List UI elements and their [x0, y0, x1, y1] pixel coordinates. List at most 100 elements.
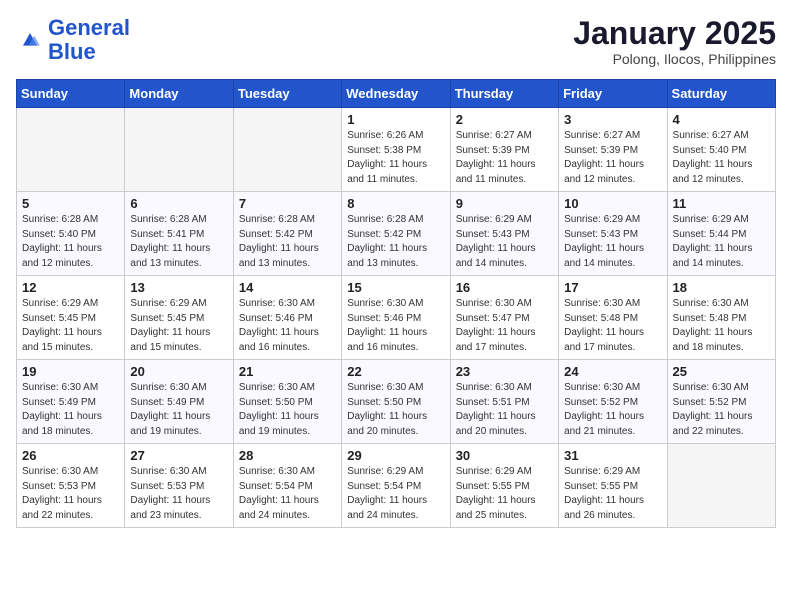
day-number: 14 [239, 280, 336, 295]
day-number: 9 [456, 196, 553, 211]
logo-general: General [48, 15, 130, 40]
calendar-cell: 30 Sunrise: 6:29 AMSunset: 5:55 PMDayligh… [450, 444, 558, 528]
day-info: Sunrise: 6:29 AMSunset: 5:43 PMDaylight:… [564, 213, 661, 271]
day-info: Sunrise: 6:30 AMSunset: 5:46 PMDaylight:… [347, 297, 444, 355]
calendar-table: SundayMondayTuesdayWednesdayThursdayFrid… [16, 79, 776, 528]
day-info: Sunrise: 6:30 AMSunset: 5:46 PMDaylight:… [239, 297, 336, 355]
day-number: 22 [347, 364, 444, 379]
day-info: Sunrise: 6:27 AMSunset: 5:39 PMDaylight:… [456, 129, 553, 187]
calendar-cell: 10 Sunrise: 6:29 AMSunset: 5:43 PMDayligh… [559, 192, 667, 276]
calendar-cell: 2 Sunrise: 6:27 AMSunset: 5:39 PMDaylight… [450, 108, 558, 192]
logo-text: General Blue [48, 16, 130, 64]
calendar-cell: 31 Sunrise: 6:29 AMSunset: 5:55 PMDayligh… [559, 444, 667, 528]
day-number: 10 [564, 196, 661, 211]
calendar-cell: 5Sunrise: 6:28 AMSunset: 5:40 PMDaylight… [17, 192, 125, 276]
weekday-header-tuesday: Tuesday [233, 80, 341, 108]
logo-icon [16, 26, 44, 54]
calendar-cell: 12 Sunrise: 6:29 AMSunset: 5:45 PMDayligh… [17, 276, 125, 360]
day-number: 17 [564, 280, 661, 295]
calendar-week-row: 1Sunrise: 6:26 AMSunset: 5:38 PMDaylight… [17, 108, 776, 192]
day-number: 12 [22, 280, 119, 295]
calendar-cell: 6 Sunrise: 6:28 AMSunset: 5:41 PMDaylight… [125, 192, 233, 276]
calendar-cell: 15 Sunrise: 6:30 AMSunset: 5:46 PMDayligh… [342, 276, 450, 360]
calendar-week-row: 5Sunrise: 6:28 AMSunset: 5:40 PMDaylight… [17, 192, 776, 276]
day-number: 23 [456, 364, 553, 379]
day-info: Sunrise: 6:27 AMSunset: 5:39 PMDaylight:… [564, 129, 661, 187]
calendar-cell [125, 108, 233, 192]
calendar-cell [17, 108, 125, 192]
day-number: 21 [239, 364, 336, 379]
day-info: Sunrise: 6:30 AMSunset: 5:47 PMDaylight:… [456, 297, 553, 355]
calendar-cell: 9 Sunrise: 6:29 AMSunset: 5:43 PMDaylight… [450, 192, 558, 276]
logo-blue: Blue [48, 39, 96, 64]
day-number: 28 [239, 448, 336, 463]
calendar-cell: 28 Sunrise: 6:30 AMSunset: 5:54 PMDayligh… [233, 444, 341, 528]
calendar-cell: 3Sunrise: 6:27 AMSunset: 5:39 PMDaylight… [559, 108, 667, 192]
day-info: Sunrise: 6:28 AMSunset: 5:42 PMDaylight:… [239, 213, 336, 271]
calendar-cell: 24Sunrise: 6:30 AMSunset: 5:52 PMDayligh… [559, 360, 667, 444]
day-info: Sunrise: 6:29 AMSunset: 5:54 PMDaylight:… [347, 465, 444, 523]
calendar-cell: 13Sunrise: 6:29 AMSunset: 5:45 PMDayligh… [125, 276, 233, 360]
calendar-cell [233, 108, 341, 192]
day-info: Sunrise: 6:30 AMSunset: 5:53 PMDaylight:… [22, 465, 119, 523]
day-number: 6 [130, 196, 227, 211]
calendar-cell: 1Sunrise: 6:26 AMSunset: 5:38 PMDaylight… [342, 108, 450, 192]
day-number: 15 [347, 280, 444, 295]
day-number: 5 [22, 196, 119, 211]
day-info: Sunrise: 6:29 AMSunset: 5:55 PMDaylight:… [564, 465, 661, 523]
calendar-cell: 8 Sunrise: 6:28 AMSunset: 5:42 PMDaylight… [342, 192, 450, 276]
day-info: Sunrise: 6:30 AMSunset: 5:48 PMDaylight:… [673, 297, 770, 355]
calendar-cell: 17 Sunrise: 6:30 AMSunset: 5:48 PMDayligh… [559, 276, 667, 360]
day-number: 26 [22, 448, 119, 463]
day-number: 4 [673, 112, 770, 127]
calendar-cell [667, 444, 775, 528]
day-info: Sunrise: 6:29 AMSunset: 5:43 PMDaylight:… [456, 213, 553, 271]
day-info: Sunrise: 6:30 AMSunset: 5:54 PMDaylight:… [239, 465, 336, 523]
calendar-cell: 26 Sunrise: 6:30 AMSunset: 5:53 PMDayligh… [17, 444, 125, 528]
day-number: 30 [456, 448, 553, 463]
calendar-cell: 14 Sunrise: 6:30 AMSunset: 5:46 PMDayligh… [233, 276, 341, 360]
day-info: Sunrise: 6:30 AMSunset: 5:49 PMDaylight:… [130, 381, 227, 439]
calendar-cell: 23 Sunrise: 6:30 AMSunset: 5:51 PMDayligh… [450, 360, 558, 444]
day-number: 24 [564, 364, 661, 379]
day-number: 16 [456, 280, 553, 295]
calendar-cell: 19Sunrise: 6:30 AMSunset: 5:49 PMDayligh… [17, 360, 125, 444]
calendar-cell: 20 Sunrise: 6:30 AMSunset: 5:49 PMDayligh… [125, 360, 233, 444]
title-block: January 2025 Polong, Ilocos, Philippines [573, 16, 776, 67]
day-info: Sunrise: 6:30 AMSunset: 5:51 PMDaylight:… [456, 381, 553, 439]
day-number: 27 [130, 448, 227, 463]
calendar-cell: 22 Sunrise: 6:30 AMSunset: 5:50 PMDayligh… [342, 360, 450, 444]
day-info: Sunrise: 6:30 AMSunset: 5:52 PMDaylight:… [673, 381, 770, 439]
day-number: 20 [130, 364, 227, 379]
day-number: 8 [347, 196, 444, 211]
day-number: 2 [456, 112, 553, 127]
calendar-cell: 11Sunrise: 6:29 AMSunset: 5:44 PMDayligh… [667, 192, 775, 276]
weekday-header-monday: Monday [125, 80, 233, 108]
weekday-header-row: SundayMondayTuesdayWednesdayThursdayFrid… [17, 80, 776, 108]
weekday-header-sunday: Sunday [17, 80, 125, 108]
day-info: Sunrise: 6:29 AMSunset: 5:44 PMDaylight:… [673, 213, 770, 271]
calendar-cell: 16 Sunrise: 6:30 AMSunset: 5:47 PMDayligh… [450, 276, 558, 360]
calendar-cell: 25 Sunrise: 6:30 AMSunset: 5:52 PMDayligh… [667, 360, 775, 444]
calendar-cell: 7Sunrise: 6:28 AMSunset: 5:42 PMDaylight… [233, 192, 341, 276]
logo: General Blue [16, 16, 130, 64]
month-year-title: January 2025 [573, 16, 776, 51]
day-number: 25 [673, 364, 770, 379]
day-number: 29 [347, 448, 444, 463]
page-header: General Blue January 2025 Polong, Ilocos… [16, 16, 776, 67]
calendar-cell: 4Sunrise: 6:27 AMSunset: 5:40 PMDaylight… [667, 108, 775, 192]
calendar-cell: 21 Sunrise: 6:30 AMSunset: 5:50 PMDayligh… [233, 360, 341, 444]
weekday-header-saturday: Saturday [667, 80, 775, 108]
day-info: Sunrise: 6:28 AMSunset: 5:42 PMDaylight:… [347, 213, 444, 271]
day-info: Sunrise: 6:28 AMSunset: 5:41 PMDaylight:… [130, 213, 227, 271]
day-info: Sunrise: 6:30 AMSunset: 5:48 PMDaylight:… [564, 297, 661, 355]
day-info: Sunrise: 6:29 AMSunset: 5:55 PMDaylight:… [456, 465, 553, 523]
day-info: Sunrise: 6:26 AMSunset: 5:38 PMDaylight:… [347, 129, 444, 187]
day-number: 31 [564, 448, 661, 463]
calendar-week-row: 26 Sunrise: 6:30 AMSunset: 5:53 PMDayligh… [17, 444, 776, 528]
weekday-header-friday: Friday [559, 80, 667, 108]
day-info: Sunrise: 6:30 AMSunset: 5:50 PMDaylight:… [239, 381, 336, 439]
day-info: Sunrise: 6:29 AMSunset: 5:45 PMDaylight:… [22, 297, 119, 355]
day-info: Sunrise: 6:30 AMSunset: 5:50 PMDaylight:… [347, 381, 444, 439]
weekday-header-wednesday: Wednesday [342, 80, 450, 108]
